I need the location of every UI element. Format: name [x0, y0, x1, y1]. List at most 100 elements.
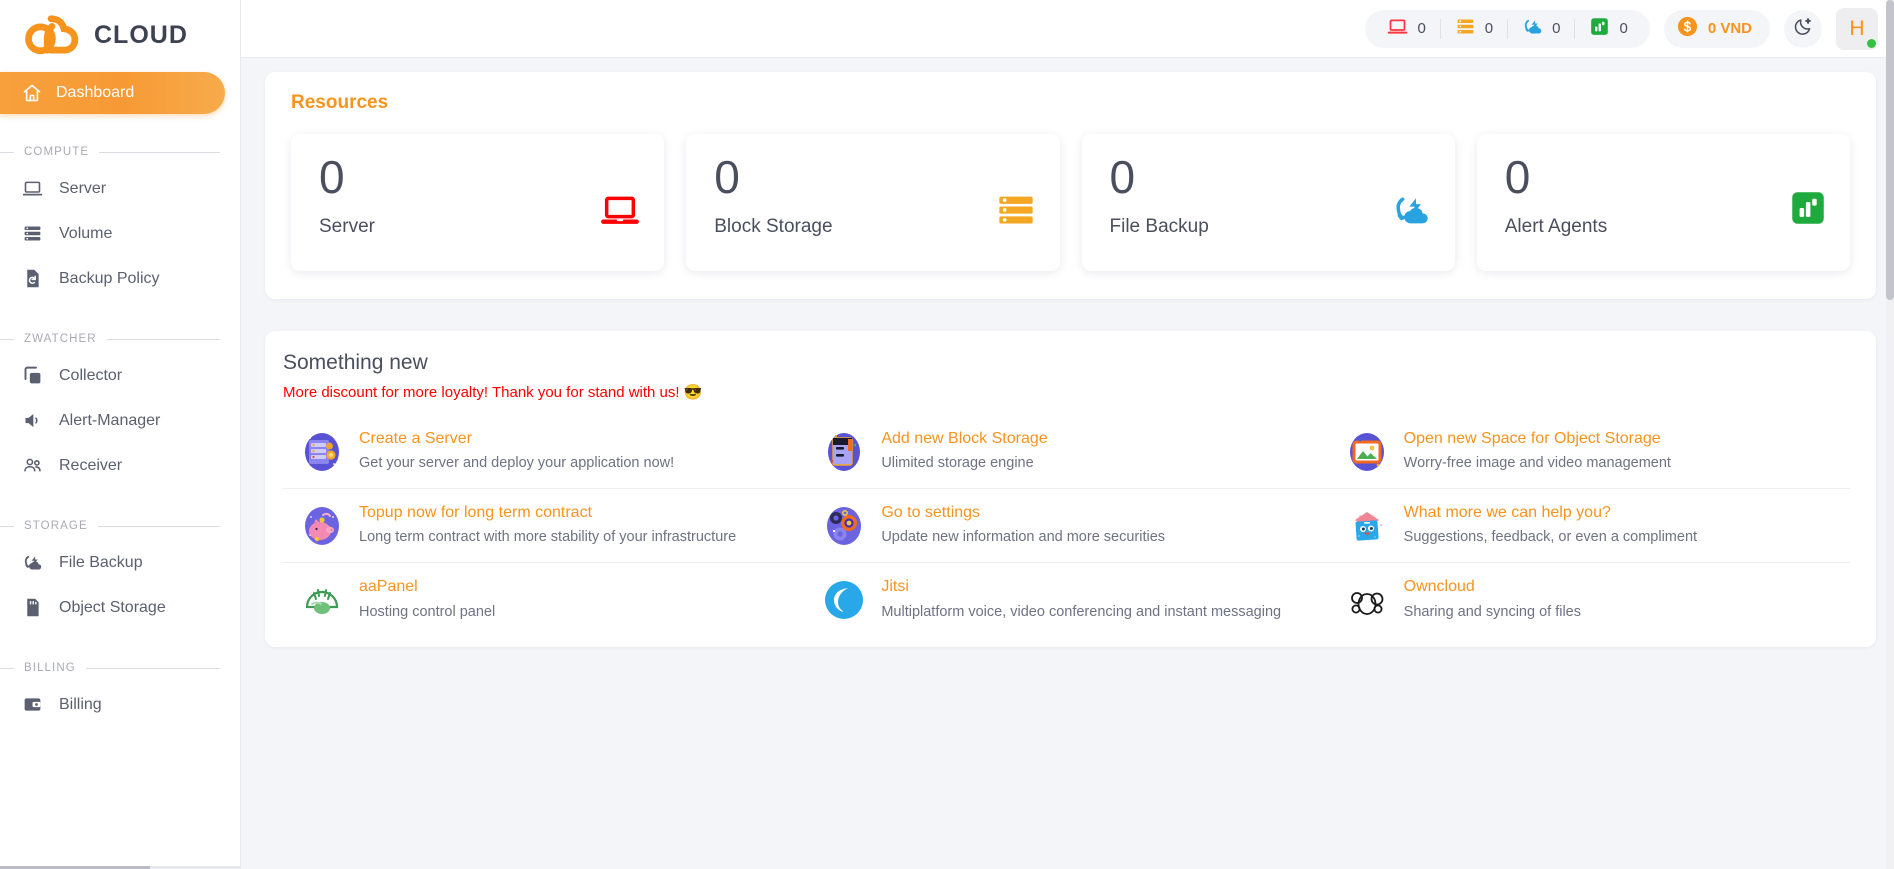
quick-link-jitsi[interactable]: Jitsi Multiplatform voice, video confere…	[805, 563, 1327, 636]
chart-bar-icon	[1790, 190, 1826, 231]
sidebar-item-label: Object Storage	[59, 598, 166, 616]
resource-stats-pill: 0 0 0 0	[1365, 9, 1650, 48]
users-icon	[22, 455, 43, 476]
quick-link-title: Go to settings	[881, 504, 981, 522]
quick-link-desc: Multiplatform voice, video conferencing …	[881, 603, 1282, 620]
quick-link-title: Add new Block Storage	[881, 430, 1048, 447]
sidebar-item-label: Dashboard	[56, 84, 135, 101]
page-scrollbar-thumb[interactable]	[1886, 0, 1894, 300]
quick-link-owncloud[interactable]: Owncloud Sharing and syncing of files	[1328, 563, 1850, 636]
block-storage-art-icon	[823, 431, 865, 473]
avatar[interactable]: H	[1836, 7, 1878, 50]
page-scrollbar[interactable]	[1886, 0, 1894, 869]
page-content: Resources 0 Server 0 Block Storage 0 Fil…	[241, 58, 1894, 869]
quick-link-help[interactable]: What more we can help you? Suggestions, …	[1328, 489, 1850, 562]
sidebar-item-object-storage[interactable]: Object Storage	[0, 585, 240, 630]
sidebar-item-file-backup[interactable]: File Backup	[0, 540, 240, 585]
image-frame-art-icon	[1346, 431, 1388, 473]
owncloud-logo-icon	[1346, 579, 1388, 621]
quick-link-topup[interactable]: Topup now for long term contract Long te…	[283, 489, 805, 562]
quick-link-settings[interactable]: Go to settings Update new information an…	[805, 489, 1327, 562]
sidebar-item-label: File Backup	[59, 553, 143, 571]
sidebar-item-label: Receiver	[59, 456, 123, 474]
quick-link-title: Topup now for long term contract	[359, 504, 593, 522]
promo-text: More discount for more loyalty! Thank yo…	[283, 384, 703, 401]
resource-value: 0	[319, 151, 345, 203]
divider	[85, 667, 220, 669]
sidebar-item-label: Volume	[59, 224, 113, 242]
resource-label: Server	[319, 216, 375, 237]
stat-server[interactable]: 0	[1373, 16, 1439, 41]
aapanel-logo-icon	[301, 579, 343, 621]
sidebar-section-zwatcher: ZWATCHER	[0, 331, 240, 347]
sidebar-section-billing: BILLING	[0, 660, 240, 676]
quick-link-title: What more we can help you?	[1403, 504, 1611, 522]
quick-links-row: aaPanel Hosting control panel Jitsi Mult…	[283, 562, 1850, 636]
laptop-icon	[22, 178, 43, 199]
balance-button[interactable]: 0 VND	[1663, 9, 1770, 48]
stat-block-storage[interactable]: 0	[1441, 16, 1507, 41]
stat-alert-agents[interactable]: 0	[1575, 16, 1641, 41]
speaker-icon	[22, 410, 43, 431]
brand[interactable]: CLOUD	[0, 0, 240, 60]
resource-label: File Backup	[1109, 216, 1209, 237]
quick-links-row: Create a Server Get your server and depl…	[283, 415, 1850, 488]
laptop-icon	[1387, 16, 1408, 41]
divider	[0, 667, 14, 669]
theme-toggle-button[interactable]	[1784, 9, 1822, 48]
sidebar-item-collector[interactable]: Collector	[0, 353, 240, 398]
cloud-sync-icon	[1391, 190, 1431, 235]
jitsi-logo-icon	[823, 579, 865, 621]
copy-layers-icon	[22, 365, 43, 386]
stat-value: 0	[1619, 20, 1628, 37]
section-title: BILLING	[24, 662, 76, 674]
quick-link-add-block-storage[interactable]: Add new Block Storage Ulimited storage e…	[805, 415, 1327, 488]
quick-link-desc: Get your server and deploy your applicat…	[359, 455, 675, 472]
stat-value: 0	[1484, 20, 1494, 37]
resource-card-server[interactable]: 0 Server	[291, 134, 665, 271]
resource-card-file-backup[interactable]: 0 File Backup	[1081, 134, 1455, 271]
sidebar-item-dashboard[interactable]: Dashboard	[0, 72, 225, 114]
quick-link-desc: Sharing and syncing of files	[1403, 603, 1581, 620]
section-title: Something new	[283, 351, 428, 374]
resource-card-block-storage[interactable]: 0 Block Storage	[686, 134, 1060, 271]
status-badge	[1867, 38, 1876, 48]
something-new-panel: Something new More discount for more loy…	[265, 331, 1876, 647]
storage-stack-icon	[996, 190, 1036, 235]
sidebar: CLOUD Dashboard COMPUTE Server Volume Ba…	[0, 0, 241, 869]
topbar: 0 0 0 0 0 VND H	[241, 0, 1894, 58]
stat-file-backup[interactable]: 0	[1508, 16, 1574, 41]
resource-card-row: 0 Server 0 Block Storage 0 File Backup 0…	[291, 134, 1850, 271]
sidebar-item-volume[interactable]: Volume	[0, 211, 240, 256]
divider	[0, 338, 14, 340]
quick-link-title: Create a Server	[359, 430, 472, 447]
resource-value: 0	[1504, 151, 1531, 203]
quick-link-desc: Hosting control panel	[359, 603, 496, 620]
app-root: CLOUD Dashboard COMPUTE Server Volume Ba…	[0, 0, 1894, 869]
divider	[99, 151, 220, 153]
sidebar-item-label: Billing	[59, 695, 102, 713]
sidebar-item-alert-manager[interactable]: Alert-Manager	[0, 398, 240, 443]
resource-card-alert-agents[interactable]: 0 Alert Agents	[1476, 134, 1850, 271]
sidebar-item-receiver[interactable]: Receiver	[0, 443, 240, 488]
cloud-logo-icon	[22, 13, 80, 57]
quick-link-desc: Worry-free image and video management	[1403, 455, 1671, 472]
quick-link-title: Owncloud	[1403, 578, 1475, 596]
quick-link-aapanel[interactable]: aaPanel Hosting control panel	[283, 563, 805, 636]
section-title: ZWATCHER	[24, 333, 97, 345]
file-restore-icon	[22, 268, 43, 289]
brand-name: CLOUD	[94, 20, 188, 49]
resource-value: 0	[714, 151, 740, 203]
quick-links-grid: Create a Server Get your server and depl…	[283, 415, 1850, 637]
cloud-sync-icon	[22, 552, 43, 573]
resource-label: Block Storage	[714, 216, 833, 237]
sidebar-item-billing[interactable]: Billing	[0, 682, 240, 727]
gears-art-icon	[823, 505, 865, 547]
sidebar-item-label: Alert-Manager	[59, 411, 161, 429]
quick-link-create-server[interactable]: Create a Server Get your server and depl…	[283, 415, 805, 488]
sidebar-item-backup-policy[interactable]: Backup Policy	[0, 256, 240, 301]
sidebar-item-server[interactable]: Server	[0, 166, 240, 211]
home-icon	[22, 83, 42, 103]
quick-links-row: Topup now for long term contract Long te…	[283, 488, 1850, 562]
quick-link-object-storage-space[interactable]: Open new Space for Object Storage Worry-…	[1328, 415, 1850, 488]
